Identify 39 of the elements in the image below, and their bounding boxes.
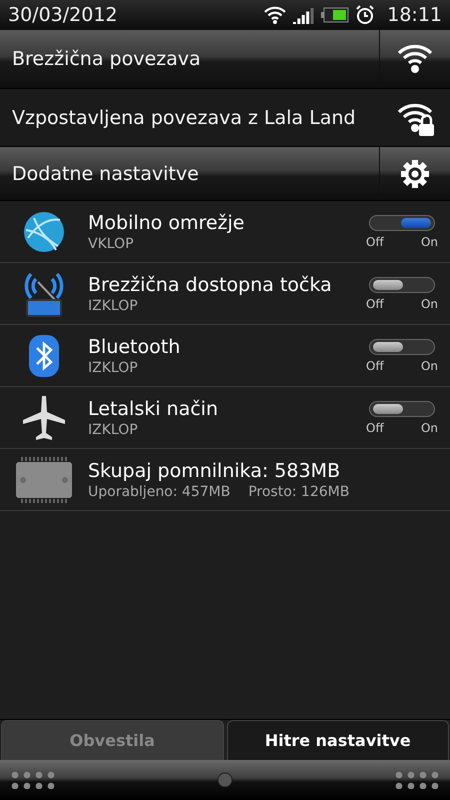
on-label: On: [420, 234, 438, 248]
bluetooth-icon: [28, 334, 60, 378]
toggle-switch[interactable]: [369, 214, 435, 230]
item-title: Skupaj pomnilnika: 583MB: [88, 460, 342, 482]
item-title: Brezžična dostopna točka: [88, 274, 333, 296]
item-title: Letalski način: [88, 398, 219, 420]
grip-icon: [10, 771, 56, 789]
wifi-icon: [263, 5, 288, 25]
on-label: On: [420, 296, 438, 310]
settings-icon: [400, 158, 430, 188]
toggle-switch[interactable]: [369, 276, 435, 292]
off-label: Off: [366, 358, 384, 372]
on-label: On: [420, 420, 438, 434]
tab[interactable]: Hitre nastavitve: [226, 720, 449, 760]
memory-chip-icon: [15, 456, 73, 502]
toggle-switch[interactable]: [369, 400, 435, 416]
item-status: VKLOP: [88, 236, 135, 252]
item-title: Bluetooth: [88, 336, 182, 358]
used-storage: Uporabljeno: 457MB: [88, 484, 230, 500]
grip-icon: [394, 771, 440, 789]
status-date: 30/03/2012: [8, 4, 118, 26]
on-label: On: [420, 358, 438, 372]
globe-icon: [22, 210, 66, 254]
item-status: IZKLOP: [88, 298, 139, 314]
signal-icon: [293, 6, 316, 24]
off-label: Off: [366, 234, 384, 248]
connection-status: Vzpostavljena povezava z Lala Land: [11, 106, 357, 130]
item-title: Mobilno omrežje: [88, 212, 246, 234]
status-time: 18:11: [387, 4, 442, 26]
handle-knob-icon[interactable]: [217, 772, 233, 788]
free-storage: Prosto: 126MB: [248, 484, 350, 500]
off-label: Off: [366, 420, 384, 434]
alarm-icon: [355, 5, 376, 25]
item-status: IZKLOP: [88, 422, 139, 438]
item-status: IZKLOP: [88, 360, 139, 376]
battery-icon: [321, 7, 350, 23]
toggle-switch[interactable]: [369, 338, 435, 354]
off-label: Off: [366, 296, 384, 310]
airplane-icon: [22, 394, 66, 442]
